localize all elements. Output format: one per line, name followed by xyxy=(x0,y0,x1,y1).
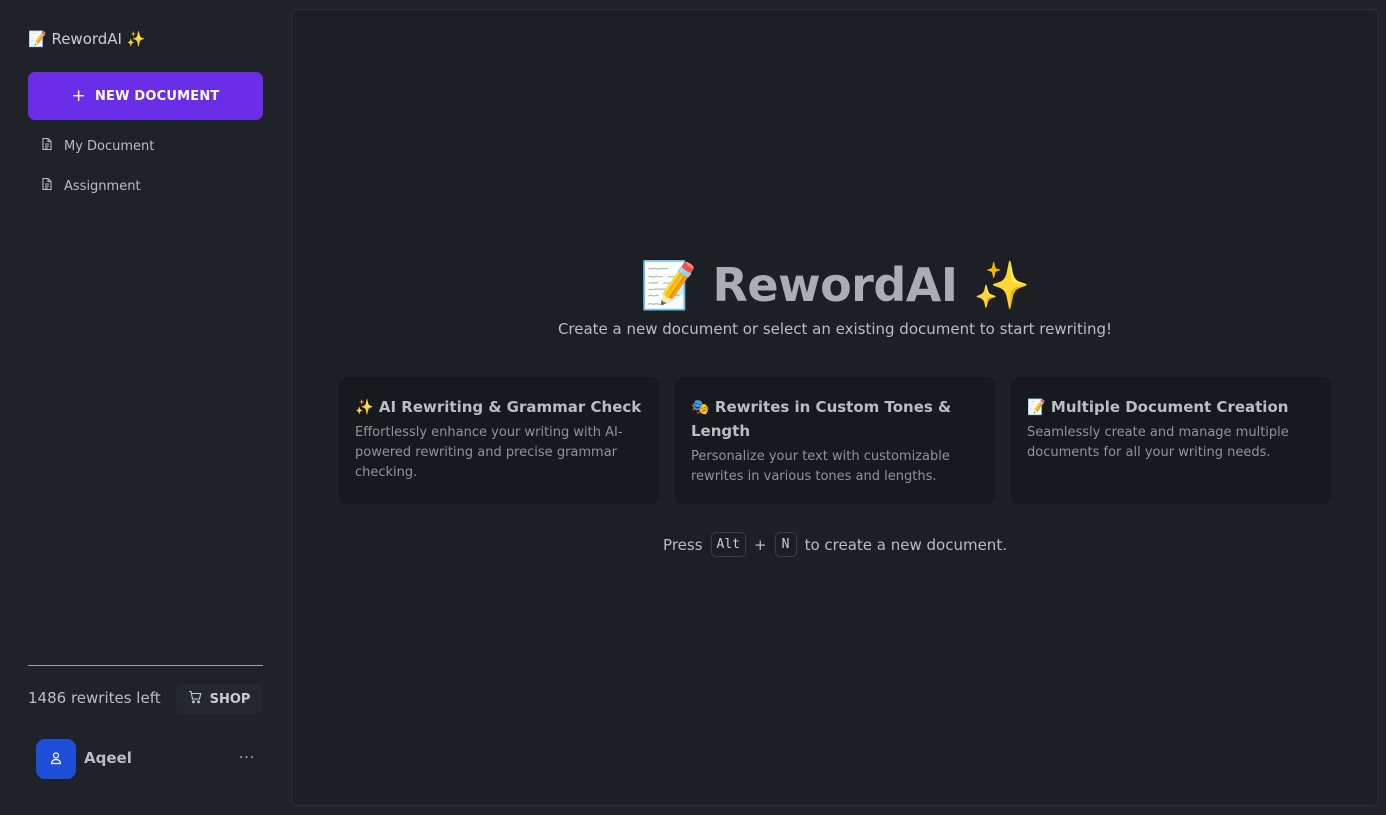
feature-card-description: Effortlessly enhance your writing with A… xyxy=(355,425,623,480)
shop-button[interactable]: SHOP xyxy=(176,684,262,714)
sidebar: 📝 RewordAI ✨ + NEW DOCUMENT My Document … xyxy=(0,0,291,815)
shop-label: SHOP xyxy=(209,691,251,707)
feature-card-rewriting: ✨ AI Rewriting & Grammar Check Effortles… xyxy=(339,377,659,504)
sidebar-item-label: My Document xyxy=(64,138,155,154)
avatar[interactable] xyxy=(36,739,76,779)
main-panel: 📝 RewordAI ✨ Create a new document or se… xyxy=(291,9,1379,806)
new-document-button[interactable]: + NEW DOCUMENT xyxy=(28,72,263,120)
feature-card-documents: 📝 Multiple Document Creation Seamlessly … xyxy=(1011,377,1331,504)
new-document-label: NEW DOCUMENT xyxy=(94,88,220,104)
plus-icon: + xyxy=(71,85,86,106)
page-title: 📝 RewordAI ✨ xyxy=(640,258,1030,312)
shortcut-plus: + xyxy=(754,535,767,554)
cart-icon xyxy=(188,690,202,708)
more-icon[interactable]: ··· xyxy=(236,748,258,768)
user-name[interactable]: Aqeel xyxy=(84,749,132,767)
sidebar-item-my-document[interactable]: My Document xyxy=(40,135,154,157)
kbd-n: N xyxy=(774,532,797,557)
kbd-alt: Alt xyxy=(710,532,746,557)
document-icon xyxy=(40,137,54,155)
feature-card-description: Seamlessly create and manage multiple do… xyxy=(1027,425,1289,460)
feature-card-title: 🎭 Rewrites in Custom Tones & Length xyxy=(691,398,952,440)
app-brand: 📝 RewordAI ✨ xyxy=(28,30,146,48)
shortcut-hint: Press Alt + N to create a new document. xyxy=(292,532,1378,557)
user-icon xyxy=(49,750,63,769)
page-subtitle: Create a new document or select an exist… xyxy=(557,320,1113,338)
rewrites-left-count: 1486 rewrites left xyxy=(28,689,161,707)
document-icon xyxy=(40,177,54,195)
feature-card-description: Personalize your text with customizable … xyxy=(691,449,950,484)
sidebar-item-label: Assignment xyxy=(64,178,141,194)
shortcut-prefix: Press xyxy=(663,535,703,554)
sidebar-item-assignment[interactable]: Assignment xyxy=(40,175,141,197)
shortcut-suffix: to create a new document. xyxy=(804,535,1007,554)
feature-card-title: ✨ AI Rewriting & Grammar Check xyxy=(355,398,642,416)
feature-card-title: 📝 Multiple Document Creation xyxy=(1027,398,1289,416)
sidebar-divider xyxy=(28,665,263,666)
feature-card-tones: 🎭 Rewrites in Custom Tones & Length Pers… xyxy=(675,377,995,504)
